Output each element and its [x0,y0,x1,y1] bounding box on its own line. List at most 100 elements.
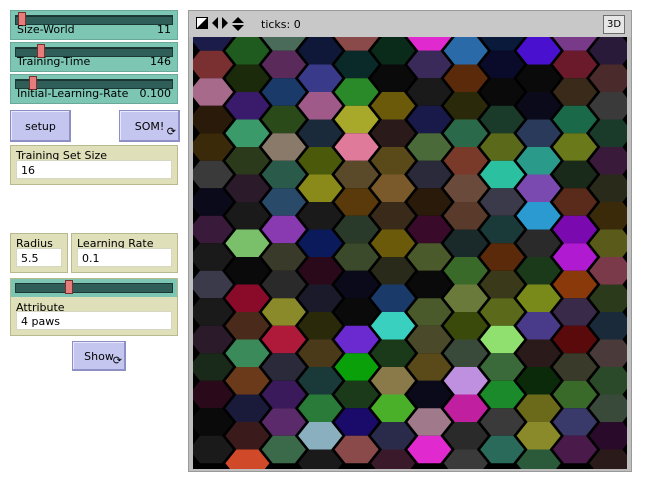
left-right-arrows-icon[interactable] [212,17,228,29]
hex-cell [443,422,488,450]
hex-cell [371,257,415,285]
hex-cell [225,174,270,202]
som-button-label: SOM! [134,119,165,133]
hex-cell [443,312,488,340]
hex-cell [193,325,233,354]
up-down-arrows-icon[interactable] [232,17,244,31]
hex-cell [407,380,452,409]
hex-cell [407,325,452,354]
hex-cell [407,270,452,299]
hex-cell [589,64,627,92]
input-field[interactable]: 4 paws [16,311,172,330]
hex-cell [261,270,306,299]
show-button[interactable]: Show ⟳ [72,341,126,371]
hex-cell [371,284,415,312]
hex-cell [516,147,561,175]
hex-cell [589,312,627,340]
hex-cell [261,188,306,216]
hex-cell [480,435,525,464]
hex-cell [371,339,415,367]
hex-cell [553,270,597,299]
hex-cell [334,188,379,216]
hex-cell [334,435,379,464]
hex-cell [298,119,343,147]
hex-cell [480,133,525,161]
hex-cell [553,188,597,216]
hex-cell [371,422,415,450]
learning-rate-monitor: Learning Rate 0.1 [71,233,178,273]
hex-cell [589,174,627,202]
attribute-chooser[interactable]: Attribute 4 paws [10,278,178,336]
hex-cell [298,312,343,340]
hex-cell [225,119,270,147]
hex-cell [334,37,379,51]
hex-cell [589,394,627,422]
hex-cell [443,257,488,285]
slider-track[interactable] [15,283,173,293]
hex-cell [407,298,452,326]
hex-cell [516,284,561,312]
training-set-size-input[interactable]: Training Set Size 16 [10,145,178,185]
hex-cell [371,229,415,257]
hex-cell [589,367,627,395]
hex-cell [371,174,415,202]
hex-cell [443,37,488,65]
hex-cell [225,367,270,395]
hex-cell [480,78,525,106]
hex-cell [407,133,452,161]
hex-cell [193,50,233,79]
hex-cell [443,174,488,202]
hex-cell [371,394,415,422]
hex-cell [589,449,627,469]
hex-cell [371,147,415,175]
hex-cell [298,229,343,257]
training-time-slider[interactable]: Training-Time 146 [10,42,178,72]
hex-cell [443,92,488,120]
hex-cell [193,408,233,436]
hex-cell [298,422,343,450]
speed-icon[interactable] [196,17,208,29]
attribute-slider-bar[interactable] [11,279,177,297]
hex-cell [480,160,525,189]
hex-cell [407,50,452,79]
hex-cell [193,298,233,326]
hex-cell [334,105,379,134]
hex-cell [298,394,343,422]
forever-icon: ⟳ [166,125,176,138]
hex-cell [480,353,525,381]
hex-cell [516,229,561,257]
som-button[interactable]: SOM! ⟳ [119,110,180,142]
hex-cell [261,353,306,381]
hex-cell [516,202,561,230]
hex-cell [480,188,525,216]
hex-cell [480,298,525,326]
size-world-slider[interactable]: Size-World 11 [10,10,178,40]
hex-cell [480,325,525,354]
hex-cell [589,257,627,285]
monitor-value: 5.5 [16,248,62,267]
hex-cell [298,64,343,92]
input-field[interactable]: 16 [16,160,172,179]
hex-cell [589,147,627,175]
view-toolbar: ticks: 0 3D [189,11,631,37]
hex-cell [553,133,597,161]
world-view: ticks: 0 3D [188,10,632,472]
3d-button[interactable]: 3D [603,15,625,34]
hex-cell [516,422,561,450]
setup-button[interactable]: setup [10,110,71,142]
hex-cell [298,257,343,285]
hex-cell [553,50,597,79]
hex-cell [553,78,597,106]
hex-cell [516,394,561,422]
hex-cell [334,243,379,271]
hex-cell [443,449,488,469]
hex-grid [193,37,627,469]
hex-cell [516,312,561,340]
monitor-value: 0.1 [77,248,172,267]
hex-cell [480,270,525,299]
hex-cell [334,160,379,189]
hex-cell [553,408,597,436]
hex-cell [480,215,525,244]
initial-learning-rate-slider[interactable]: Initial-Learning-Rate 0.100 [10,74,178,104]
slider-knob[interactable] [65,280,73,294]
